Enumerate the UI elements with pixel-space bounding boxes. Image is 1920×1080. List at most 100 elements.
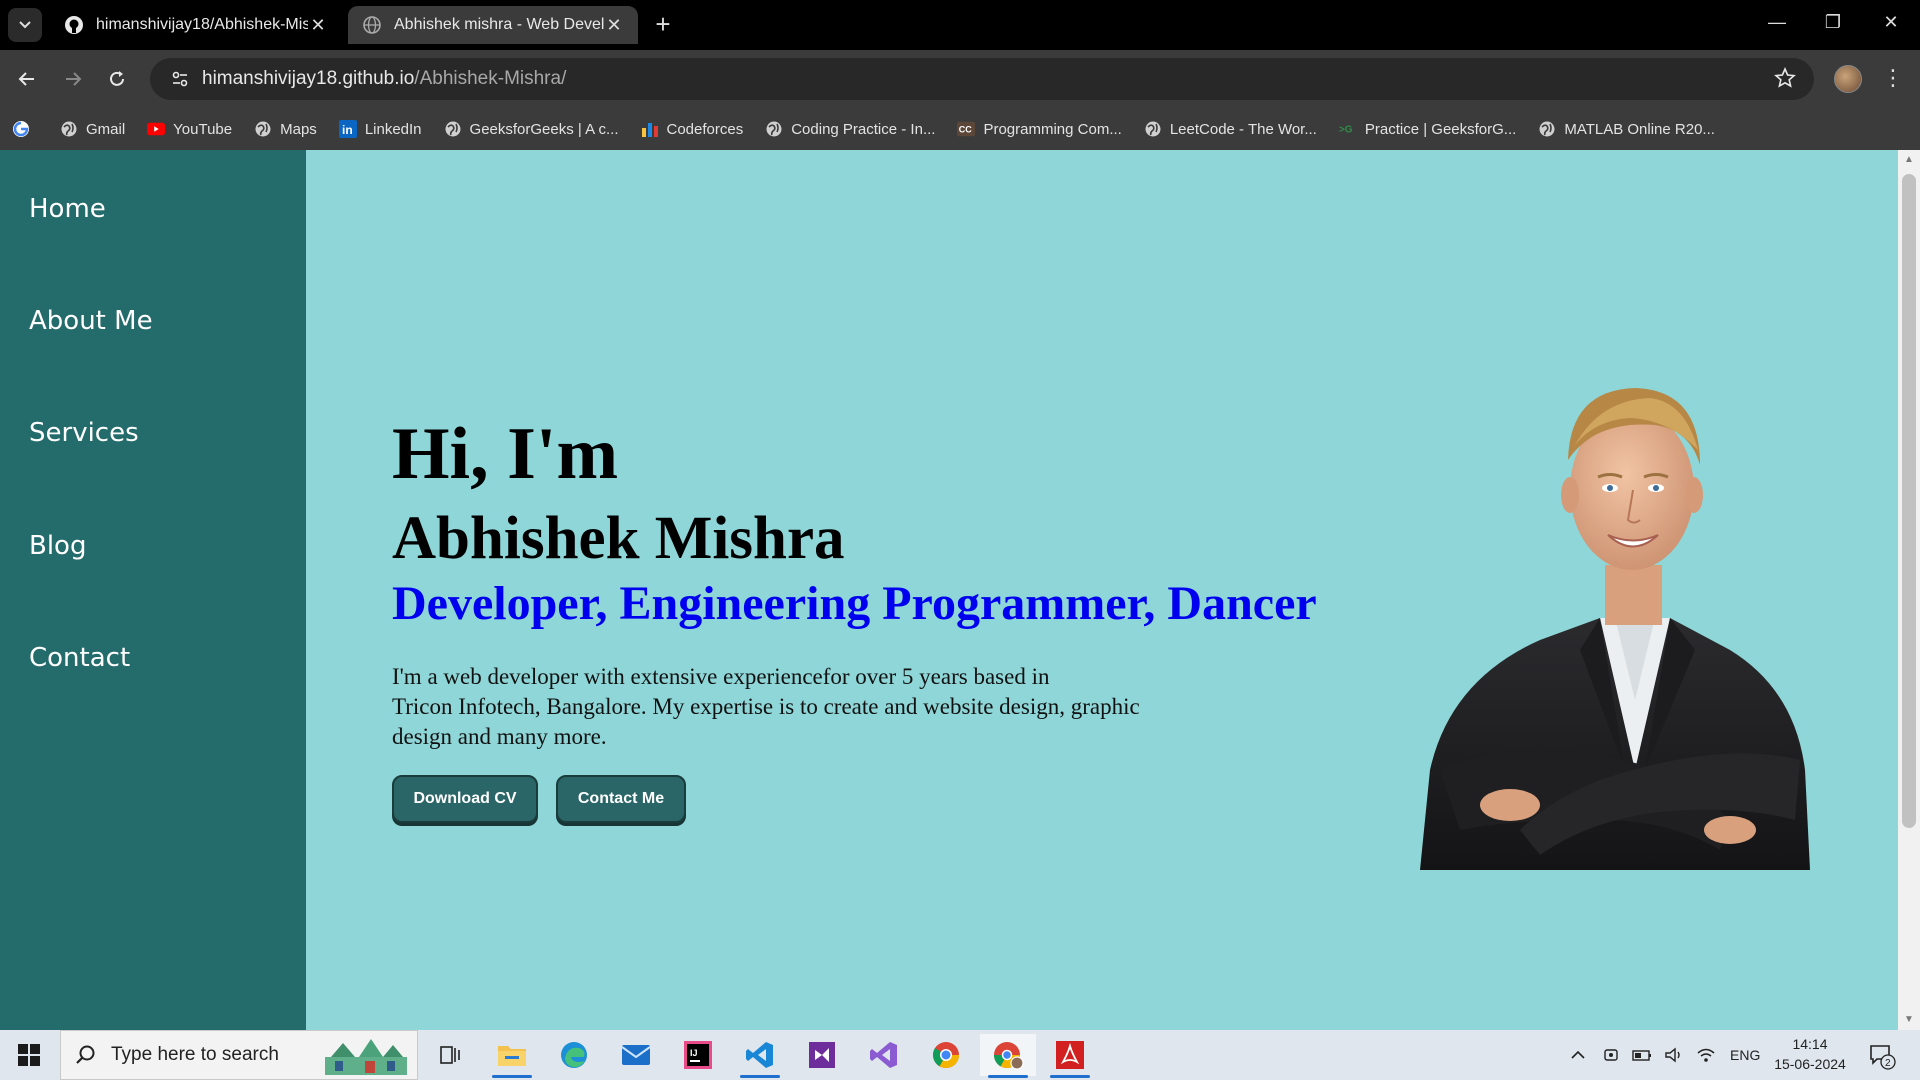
browser-menu-button[interactable]: ⋮ xyxy=(1882,64,1904,94)
nav-about-me[interactable]: About Me xyxy=(29,306,153,336)
svg-text:IJ: IJ xyxy=(690,1048,698,1058)
page-viewport: Home About Me Services Blog Contact Hi, … xyxy=(0,150,1920,1030)
taskbar-visual-studio[interactable] xyxy=(794,1034,850,1076)
bio-line: I'm a web developer with extensive exper… xyxy=(392,664,1050,689)
scrollbar-thumb[interactable] xyxy=(1902,174,1916,828)
nav-blog[interactable]: Blog xyxy=(29,531,86,561)
scroll-down-icon[interactable]: ▼ xyxy=(1903,1014,1915,1026)
svg-text:CC: CC xyxy=(959,125,972,135)
close-icon[interactable]: ✕ xyxy=(604,15,624,36)
youtube-icon xyxy=(147,120,166,138)
gfg-icon: >G xyxy=(1339,120,1357,138)
tab-portfolio[interactable]: Abhishek mishra - Web Developer ✕ xyxy=(348,6,638,44)
bookmark-item[interactable]: Coding Practice - In... xyxy=(765,120,935,138)
taskbar-chrome-profile[interactable] xyxy=(980,1034,1036,1078)
bookmark-item[interactable]: MATLAB Online R20... xyxy=(1538,120,1715,138)
name-heading: Abhishek Mishra xyxy=(392,505,845,572)
bookmark-item[interactable]: Maps xyxy=(254,120,317,138)
date-text: 15-06-2024 xyxy=(1774,1056,1846,1072)
taskbar-edge[interactable] xyxy=(546,1034,602,1076)
bookmark-item[interactable]: in LinkedIn xyxy=(338,120,422,138)
bookmark-label: Coding Practice - In... xyxy=(791,120,936,138)
close-icon[interactable]: ✕ xyxy=(308,15,328,36)
bookmark-item[interactable]: CC Programming Com... xyxy=(957,120,1122,138)
search-icon xyxy=(76,1045,95,1064)
bookmark-item[interactable] xyxy=(12,120,38,138)
bookmark-item[interactable]: YouTube xyxy=(147,120,232,138)
meet-now-icon[interactable] xyxy=(1602,1046,1620,1064)
profile-avatar[interactable] xyxy=(1834,65,1862,93)
taskbar-search-input[interactable]: Type here to search xyxy=(60,1030,418,1080)
bookmarks-bar: Gmail YouTube Maps in LinkedIn GeeksforGeeks … xyxy=(0,108,1920,150)
language-indicator[interactable]: ENG xyxy=(1730,1047,1760,1063)
bookmark-item[interactable]: GeeksforGeeks | A c... xyxy=(444,120,619,138)
back-button[interactable] xyxy=(12,64,42,94)
url-path: /Abhishek-Mishra/ xyxy=(414,68,567,89)
address-bar[interactable]: himanshivijay18.github.io/Abhishek-Mishr… xyxy=(150,58,1814,100)
speaker-icon[interactable] xyxy=(1664,1046,1684,1064)
taskbar-chrome[interactable] xyxy=(918,1034,974,1076)
notification-count: 2 xyxy=(1885,1058,1891,1069)
bio-paragraph: I'm a web developer with extensive exper… xyxy=(392,662,1272,752)
svg-text:>G: >G xyxy=(1339,125,1353,136)
chrome-profile-icon xyxy=(993,1042,1024,1070)
bookmark-item[interactable]: Codeforces xyxy=(641,120,743,138)
nav-home[interactable]: Home xyxy=(29,194,106,224)
system-tray: ENG xyxy=(1570,1030,1760,1080)
taskbar-intellij[interactable]: IJ xyxy=(670,1034,726,1076)
nav-contact[interactable]: Contact xyxy=(29,643,130,673)
reload-button[interactable] xyxy=(102,64,132,94)
profile-photo xyxy=(1420,388,1810,870)
forward-button[interactable] xyxy=(58,64,88,94)
windows-start-icon[interactable] xyxy=(18,1044,40,1066)
sidebar-nav: Home About Me Services Blog Contact xyxy=(0,150,306,1030)
new-tab-button[interactable]: + xyxy=(650,11,676,38)
tab-title: Abhishek mishra - Web Developer xyxy=(394,16,604,33)
bookmark-label: Programming Com... xyxy=(983,120,1122,138)
nav-services[interactable]: Services xyxy=(29,418,139,448)
arrow-left-icon xyxy=(18,72,34,86)
notification-icon: 2 xyxy=(1870,1045,1896,1070)
close-window-button[interactable]: ✕ xyxy=(1876,12,1906,33)
bookmark-label: LinkedIn xyxy=(364,120,422,138)
scroll-up-icon[interactable]: ▲ xyxy=(1903,154,1915,166)
taskbar-vscode[interactable] xyxy=(732,1034,788,1078)
visual-studio-icon xyxy=(870,1042,897,1068)
taskbar-mail[interactable] xyxy=(608,1034,664,1076)
folder-icon xyxy=(498,1046,526,1066)
globe-icon xyxy=(444,120,462,138)
tab-github[interactable]: himanshivijay18/Abhishek-Mishra ✕ xyxy=(50,6,342,44)
bio-line: Tricon Infotech, Bangalore. My expertise… xyxy=(392,694,1140,719)
chrome-icon xyxy=(932,1042,960,1069)
search-placeholder: Type here to search xyxy=(111,1044,279,1065)
globe-icon xyxy=(60,120,78,138)
tab-bar: himanshivijay18/Abhishek-Mishra ✕ Abhish… xyxy=(0,0,1920,50)
chevron-up-icon[interactable] xyxy=(1570,1047,1586,1063)
tab-search-button[interactable] xyxy=(8,8,42,42)
task-view-button[interactable] xyxy=(422,1034,478,1076)
taskbar-acrobat[interactable] xyxy=(1042,1034,1098,1078)
restore-button[interactable]: ❐ xyxy=(1818,12,1848,33)
page-scrollbar[interactable]: ▲ ▼ xyxy=(1898,150,1920,1030)
bookmark-item[interactable]: >G Practice | GeeksforG... xyxy=(1339,120,1516,138)
clock[interactable]: 14:14 15-06-2024 xyxy=(1760,1034,1860,1074)
battery-icon[interactable] xyxy=(1632,1047,1652,1063)
svg-text:in: in xyxy=(342,123,353,137)
notification-center-button[interactable]: 2 xyxy=(1868,1042,1896,1070)
url-host: himanshivijay18.github.io xyxy=(202,68,415,89)
minimize-button[interactable]: — xyxy=(1762,12,1792,33)
linkedin-icon: in xyxy=(338,120,357,138)
star-icon[interactable] xyxy=(1774,67,1796,89)
bookmark-item[interactable]: LeetCode - The Wor... xyxy=(1144,120,1317,138)
taskbar-visual-studio-2[interactable] xyxy=(856,1034,912,1076)
bookmark-item[interactable]: Gmail xyxy=(60,120,125,138)
download-cv-button[interactable]: Download CV xyxy=(392,775,538,823)
contact-me-button[interactable]: Contact Me xyxy=(556,775,686,823)
bookmark-label: Maps xyxy=(280,120,317,138)
taskbar-file-explorer[interactable] xyxy=(484,1034,540,1078)
wifi-icon[interactable] xyxy=(1696,1046,1716,1064)
vscode-icon xyxy=(746,1042,773,1068)
edge-icon xyxy=(561,1042,587,1068)
site-info-button[interactable] xyxy=(158,70,202,88)
globe-icon xyxy=(254,120,272,138)
